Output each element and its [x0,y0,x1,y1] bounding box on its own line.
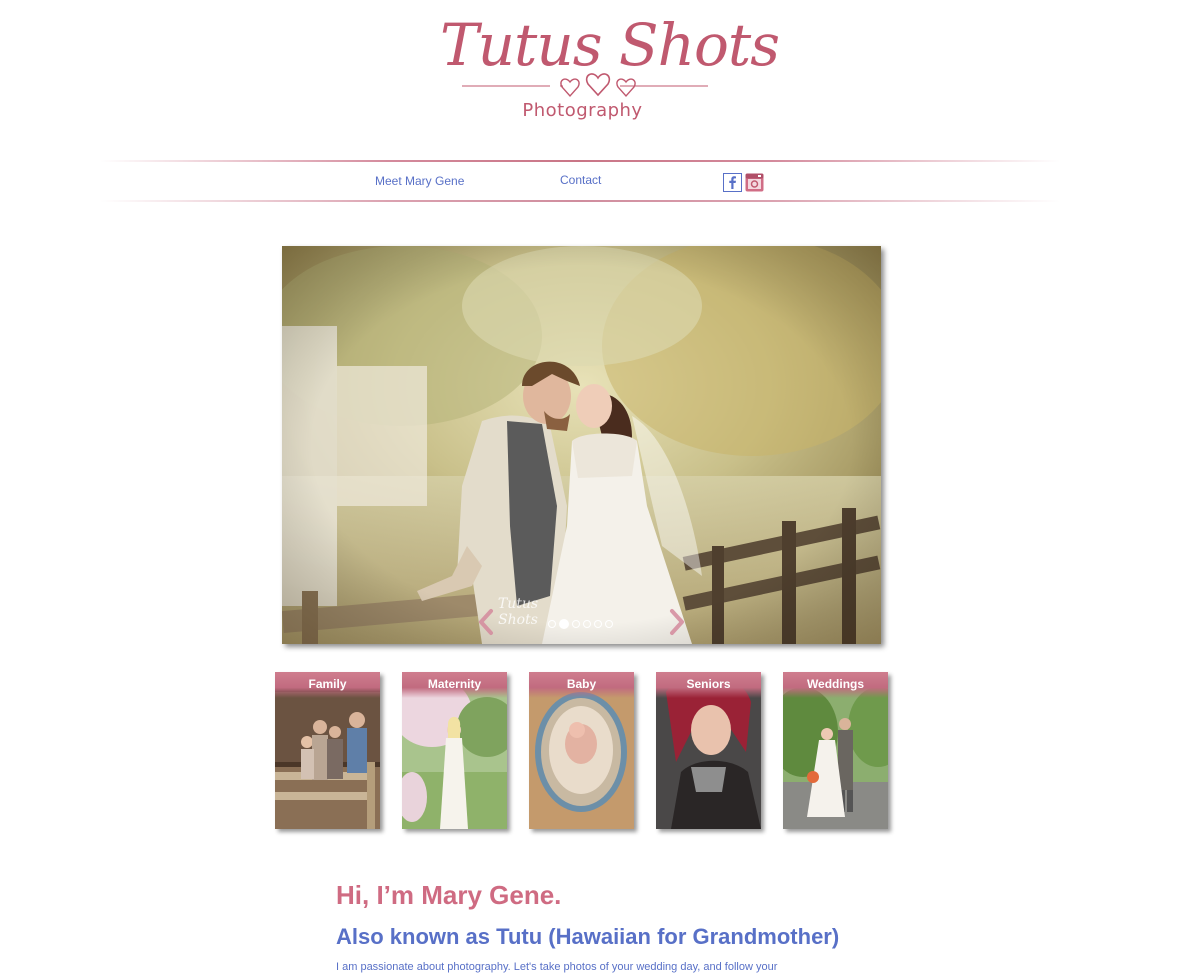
intro-subheading: Also known as Tutu (Hawaiian for Grandmo… [336,924,840,949]
hero-slideshow[interactable]: Tutus Shots [282,246,881,644]
nav-divider-bottom [100,200,1060,202]
category-label: Baby [529,672,634,698]
slide-dot[interactable] [594,620,602,628]
category-card-seniors[interactable]: Seniors [656,672,761,829]
instagram-icon[interactable] [745,173,764,192]
wedding-couple-photo [282,246,881,644]
intro-body: I am passionate about photography. Let's… [336,961,778,973]
category-card-family[interactable]: Family [275,672,380,829]
category-label: Seniors [656,672,761,698]
slide-dot[interactable] [572,620,580,628]
category-card-baby[interactable]: Baby [529,672,634,829]
category-label: Weddings [783,672,888,698]
facebook-icon[interactable] [723,173,742,192]
prev-slide-arrow-icon[interactable] [477,608,495,636]
category-card-weddings[interactable]: Weddings [783,672,888,829]
next-slide-arrow-icon[interactable] [668,608,686,636]
category-label: Family [275,672,380,698]
slide-indicator [548,619,613,630]
nav-link-meet-mary-gene[interactable]: Meet Mary Gene [375,174,464,188]
slide-dot-active[interactable] [559,619,569,629]
nav-divider-top [100,160,1060,162]
slide-dot[interactable] [605,620,613,628]
nav-link-contact[interactable]: Contact [560,173,601,187]
logo-subtitle: Photography [522,100,643,121]
category-card-maternity[interactable]: Maternity [402,672,507,829]
slide-dot[interactable] [583,620,591,628]
category-label: Maternity [402,672,507,698]
site-logo[interactable]: Tutus Shots Photography [440,8,780,130]
slide-dot[interactable] [548,620,556,628]
intro-heading: Hi, I’m Mary Gene. [336,880,562,910]
